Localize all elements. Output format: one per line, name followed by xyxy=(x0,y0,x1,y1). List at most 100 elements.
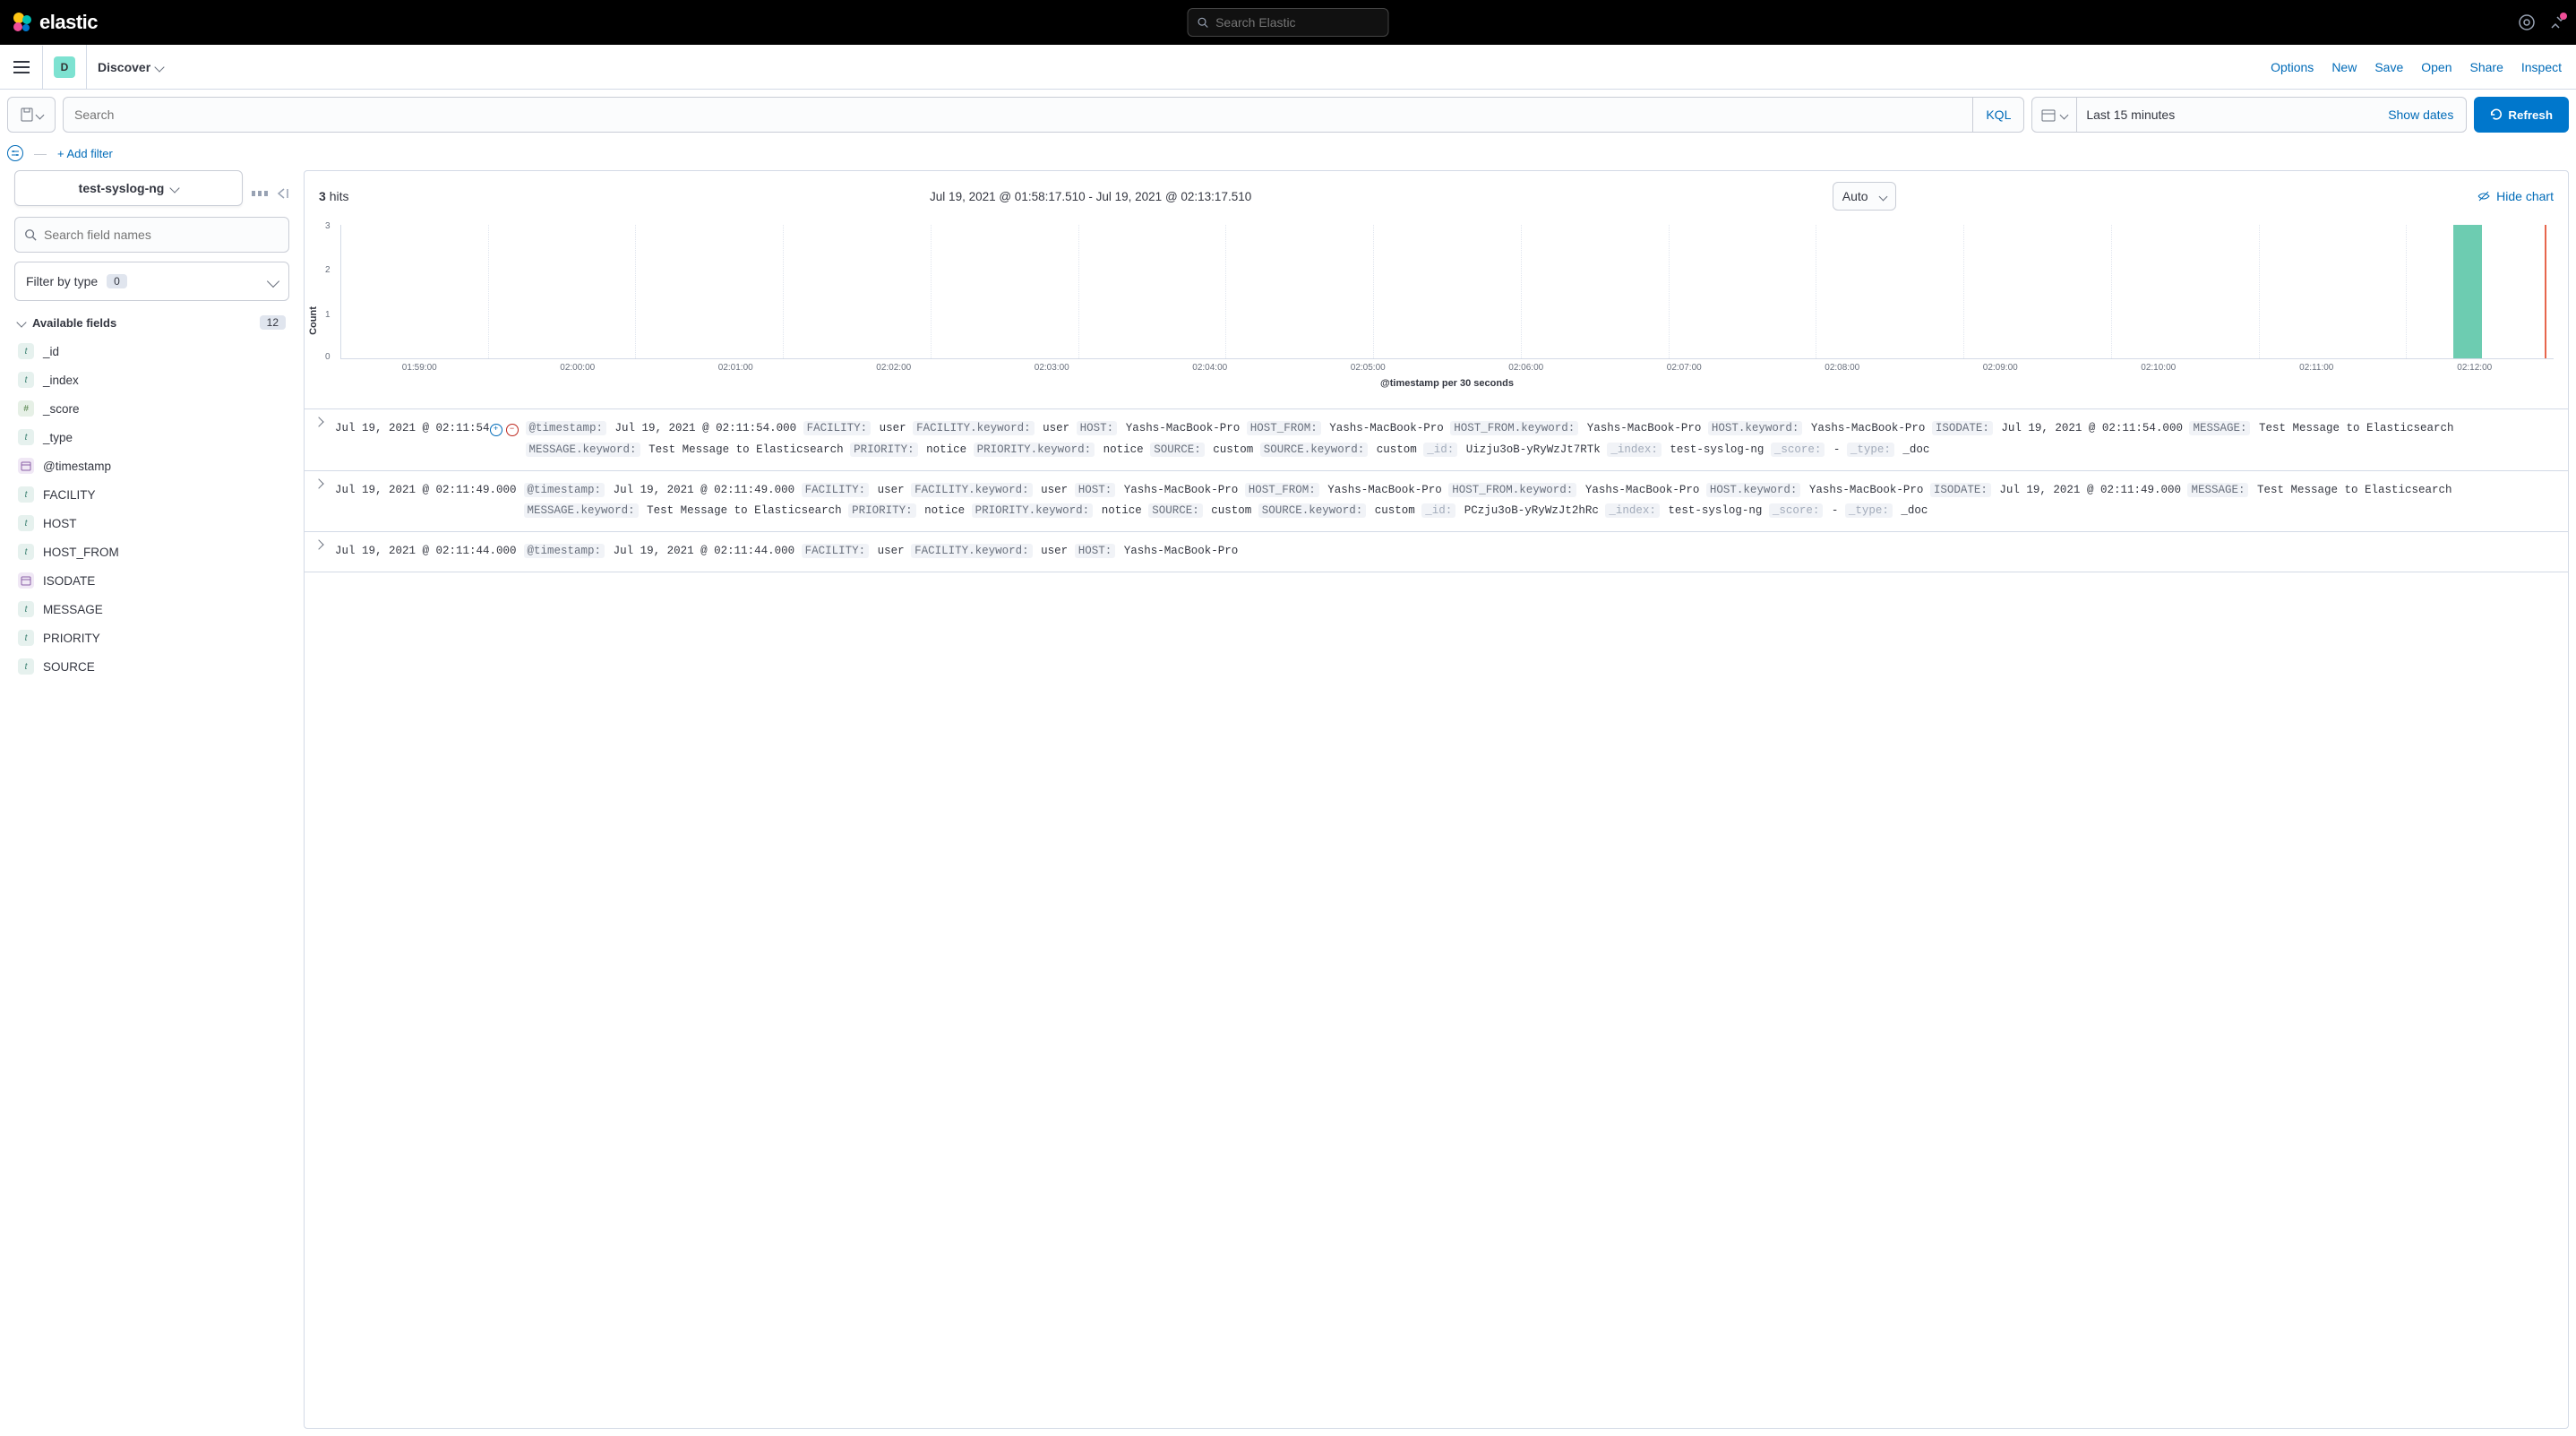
logo-text: elastic xyxy=(39,11,98,34)
histogram-bar[interactable] xyxy=(2453,225,2482,358)
news-icon[interactable] xyxy=(2549,14,2565,30)
expand-row-button[interactable] xyxy=(315,541,328,563)
date-picker[interactable]: Last 15 minutes Show dates xyxy=(2031,97,2467,133)
hide-chart-button[interactable]: Hide chart xyxy=(2477,189,2554,203)
available-fields-header[interactable]: Available fields 12 xyxy=(14,308,289,337)
global-search-input[interactable] xyxy=(1215,15,1378,30)
help-icon[interactable] xyxy=(2519,14,2535,30)
document-list: Jul 19, 2021 @ 02:11:54 + − @timestamp: … xyxy=(305,409,2568,1428)
now-marker xyxy=(2545,225,2546,358)
open-link[interactable]: Open xyxy=(2421,60,2451,74)
chevron-down-icon xyxy=(35,110,44,119)
save-link[interactable]: Save xyxy=(2374,60,2403,74)
field-type-icon: t xyxy=(18,544,34,560)
eye-off-icon xyxy=(2477,189,2491,203)
show-dates-link[interactable]: Show dates xyxy=(2375,107,2466,122)
query-language-button[interactable]: KQL xyxy=(1972,98,2023,132)
chevron-down-icon xyxy=(2060,110,2069,119)
results-panel: 3 hits Jul 19, 2021 @ 01:58:17.510 - Jul… xyxy=(304,170,2569,1429)
field-type-icon: # xyxy=(18,400,34,417)
field-type-icon: t xyxy=(18,343,34,359)
app-actions: Options New Save Open Share Inspect xyxy=(2271,60,2576,74)
document-row: Jul 19, 2021 @ 02:11:49.000 @timestamp: … xyxy=(305,471,2568,533)
refresh-button[interactable]: Refresh xyxy=(2474,97,2569,133)
add-filter-button[interactable]: + Add filter xyxy=(57,147,113,160)
chevron-down-icon xyxy=(16,317,26,327)
chevron-down-icon xyxy=(170,183,180,193)
chart-plot-area: 3 2 1 0 xyxy=(340,225,2554,359)
field-type-icon: t xyxy=(18,372,34,388)
doc-timestamp: Jul 19, 2021 @ 02:11:44.000 xyxy=(335,541,517,563)
field-item[interactable]: t MESSAGE xyxy=(14,595,289,623)
field-item[interactable]: t_id xyxy=(14,337,289,365)
histogram-chart[interactable]: Count 3 2 1 0 01:59:0002:00:0002:01:0002… xyxy=(305,221,2568,409)
field-item[interactable]: tHOST xyxy=(14,509,289,537)
field-name: PRIORITY xyxy=(43,632,100,645)
field-item[interactable]: tSOURCE xyxy=(14,652,289,681)
doc-row-actions: + − xyxy=(490,424,519,436)
date-quick-button[interactable] xyxy=(2032,98,2077,132)
nav-toggle-button[interactable] xyxy=(0,46,43,89)
chart-x-axis-label: @timestamp per 30 seconds xyxy=(340,378,2554,389)
app-header: D Discover Options New Save Open Share I… xyxy=(0,45,2576,90)
field-item[interactable]: ISODATE xyxy=(14,566,289,595)
inspect-link[interactable]: Inspect xyxy=(2521,60,2562,74)
doc-timestamp: Jul 19, 2021 @ 02:11:49.000 xyxy=(335,480,517,523)
app-switcher-chevron[interactable] xyxy=(156,64,163,71)
interval-select[interactable]: Auto xyxy=(1833,182,1896,211)
remove-filter-icon[interactable]: − xyxy=(506,424,519,436)
field-item[interactable]: t PRIORITY xyxy=(14,623,289,652)
chevron-down-icon xyxy=(267,275,279,288)
field-search[interactable] xyxy=(14,217,289,253)
field-list: t_idt_index # _score t_type@timestamptFACIL… xyxy=(14,337,289,681)
field-search-input[interactable] xyxy=(44,228,279,242)
query-input[interactable] xyxy=(64,107,1972,122)
global-search[interactable] xyxy=(1188,8,1389,37)
field-type-icon: t xyxy=(18,630,34,646)
elastic-logo[interactable]: elastic xyxy=(11,11,98,34)
results-header: 3 hits Jul 19, 2021 @ 01:58:17.510 - Jul… xyxy=(305,171,2568,221)
space-avatar[interactable]: D xyxy=(54,56,75,78)
filter-by-type[interactable]: Filter by type 0 xyxy=(14,262,289,301)
hit-count: 3 hits xyxy=(319,189,348,203)
field-item[interactable]: @timestamp xyxy=(14,451,289,480)
field-name: MESSAGE xyxy=(43,603,103,616)
saved-query-button[interactable] xyxy=(7,97,56,133)
top-navbar: elastic xyxy=(0,0,2576,45)
date-range-text: Last 15 minutes xyxy=(2077,107,2375,122)
document-row: Jul 19, 2021 @ 02:11:54 + − @timestamp: … xyxy=(305,409,2568,471)
query-bar: KQL Last 15 minutes Show dates Refresh xyxy=(0,90,2576,140)
field-name: _score xyxy=(43,402,80,416)
field-type-icon: t xyxy=(18,601,34,617)
chevron-down-icon xyxy=(1878,192,1887,201)
field-item[interactable]: t_type xyxy=(14,423,289,451)
document-row: Jul 19, 2021 @ 02:11:44.000 @timestamp: … xyxy=(305,532,2568,572)
expand-row-button[interactable] xyxy=(315,418,328,461)
field-item[interactable]: # _score xyxy=(14,394,289,423)
doc-timestamp: Jul 19, 2021 @ 02:11:54 + − xyxy=(335,418,519,461)
add-filter-icon[interactable]: + xyxy=(490,424,502,436)
fields-sidebar: test-syslog-ng Filter by type 0 Availabl… xyxy=(0,170,304,1436)
doc-source: @timestamp: Jul 19, 2021 @ 02:11:49.000 … xyxy=(524,480,2557,523)
field-item[interactable]: t_index xyxy=(14,365,289,394)
field-type-icon: t xyxy=(18,515,34,531)
elastic-logo-icon xyxy=(11,11,34,34)
expand-row-button[interactable] xyxy=(315,480,328,523)
columns-icon[interactable] xyxy=(252,187,268,200)
index-pattern-select[interactable]: test-syslog-ng xyxy=(14,170,243,206)
share-link[interactable]: Share xyxy=(2470,60,2503,74)
collapse-sidebar-icon[interactable] xyxy=(277,187,289,200)
doc-source: @timestamp: Jul 19, 2021 @ 02:11:44.000 … xyxy=(524,541,2557,563)
app-name: Discover xyxy=(98,60,150,74)
field-name: SOURCE xyxy=(43,660,95,674)
field-type-icon xyxy=(18,458,34,474)
calendar-icon xyxy=(2041,107,2056,122)
field-type-icon xyxy=(18,572,34,589)
field-item[interactable]: tFACILITY xyxy=(14,480,289,509)
field-item[interactable]: tHOST_FROM xyxy=(14,537,289,566)
notification-dot xyxy=(2560,13,2567,20)
query-input-wrapper: KQL xyxy=(63,97,2024,133)
filter-settings-icon[interactable] xyxy=(7,145,23,161)
options-link[interactable]: Options xyxy=(2271,60,2314,74)
new-link[interactable]: New xyxy=(2331,60,2357,74)
